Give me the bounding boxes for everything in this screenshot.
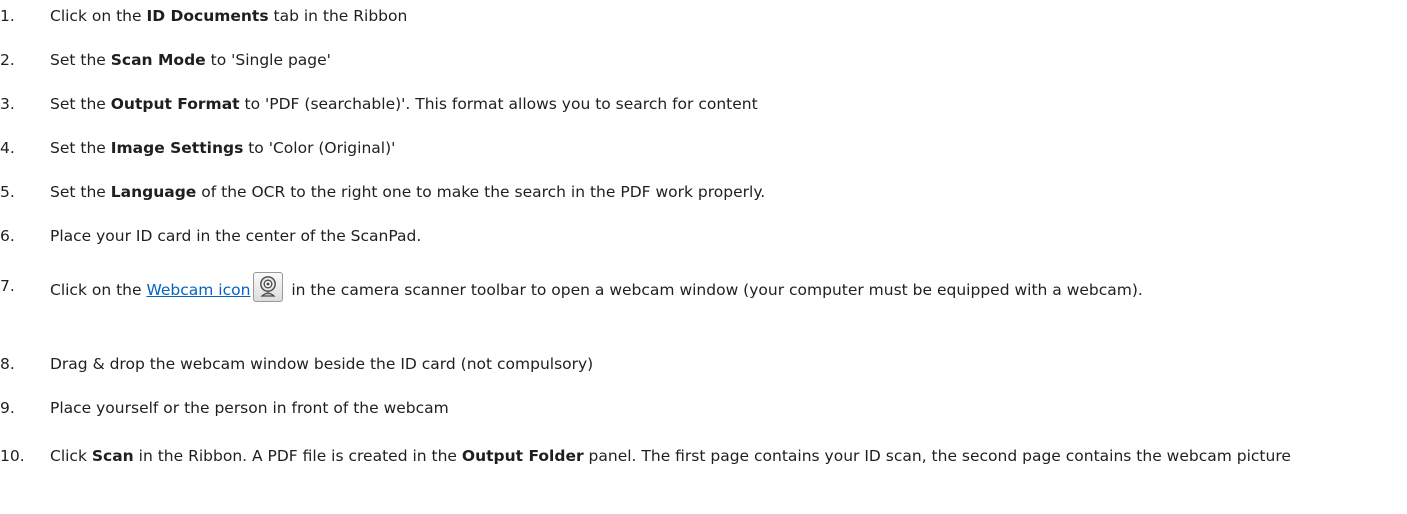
- step-text: Click on the ID Documents tab in the Rib…: [50, 7, 407, 25]
- step-number: 1.: [0, 7, 15, 25]
- step-text-part: Set the: [50, 139, 111, 157]
- step-8: 8. Drag & drop the webcam window beside …: [0, 354, 593, 375]
- step-text-part: Click: [50, 447, 92, 465]
- step-text-part: in the Ribbon. A PDF file is created in …: [133, 447, 462, 465]
- step-bold-term: Output Folder: [461, 447, 584, 465]
- step-text: Click on the Webcam icon in the camera s…: [50, 272, 1143, 302]
- step-number: 3.: [0, 95, 15, 113]
- step-2: 2. Set the Scan Mode to 'Single page': [0, 50, 331, 71]
- step-number: 5.: [0, 183, 15, 201]
- step-number: 2.: [0, 51, 15, 69]
- step-6: 6. Place your ID card in the center of t…: [0, 226, 421, 247]
- step-number: 10.: [0, 447, 25, 465]
- step-3: 3. Set the Output Format to 'PDF (search…: [0, 94, 758, 115]
- step-text-part: to 'Color (Original)': [243, 139, 396, 157]
- step-text-part: Set the: [50, 95, 111, 113]
- step-text: Set the Output Format to 'PDF (searchabl…: [50, 95, 758, 113]
- step-number: 4.: [0, 139, 15, 157]
- step-9: 9. Place yourself or the person in front…: [0, 398, 449, 419]
- step-text-part: to 'Single page': [205, 51, 331, 69]
- step-7: 7. Click on the Webcam icon in the camer…: [0, 272, 1407, 304]
- step-number: 6.: [0, 227, 15, 245]
- step-bold-term: Output Format: [110, 95, 240, 113]
- step-number: 9.: [0, 399, 15, 417]
- step-text: Set the Language of the OCR to the right…: [50, 183, 765, 201]
- webcam-icon-link[interactable]: Webcam icon: [146, 281, 250, 299]
- step-text-part: Set the: [50, 183, 111, 201]
- step-text: Place your ID card in the center of the …: [50, 227, 422, 245]
- step-number: 7.: [0, 277, 15, 295]
- webcam-icon-glyph: [260, 276, 277, 297]
- step-4: 4. Set the Image Settings to 'Color (Ori…: [0, 138, 395, 159]
- step-text-part: of the OCR to the right one to make the …: [196, 183, 766, 201]
- step-text: Drag & drop the webcam window beside the…: [50, 355, 594, 373]
- step-text-part: panel. The first page contains your ID s…: [583, 447, 1291, 465]
- step-text-part: tab in the Ribbon: [268, 7, 408, 25]
- step-1: 1. Click on the ID Documents tab in the …: [0, 6, 407, 27]
- step-text: Click Scan in the Ribbon. A PDF file is …: [50, 447, 1291, 465]
- step-text: Set the Image Settings to 'Color (Origin…: [50, 139, 395, 157]
- webcam-icon[interactable]: [253, 272, 284, 302]
- step-bold-term: Scan Mode: [110, 51, 206, 69]
- step-5: 5. Set the Language of the OCR to the ri…: [0, 182, 765, 203]
- step-text: Place yourself or the person in front of…: [50, 399, 449, 417]
- step-10: 10. Click Scan in the Ribbon. A PDF file…: [0, 442, 1407, 470]
- step-text: Set the Scan Mode to 'Single page': [50, 51, 331, 69]
- step-bold-term: Language: [110, 183, 197, 201]
- step-text-part: Set the: [50, 51, 111, 69]
- step-text-part: Click on the: [50, 281, 147, 299]
- step-bold-term: Scan: [91, 447, 134, 465]
- step-number: 8.: [0, 355, 15, 373]
- step-bold-term: Image Settings: [110, 139, 244, 157]
- step-text-part: Click on the: [50, 7, 147, 25]
- step-text-part: to 'PDF (searchable)'. This format allow…: [239, 95, 758, 113]
- step-text-part: in the camera scanner toolbar to open a …: [286, 281, 1143, 299]
- step-bold-term: ID Documents: [146, 7, 269, 25]
